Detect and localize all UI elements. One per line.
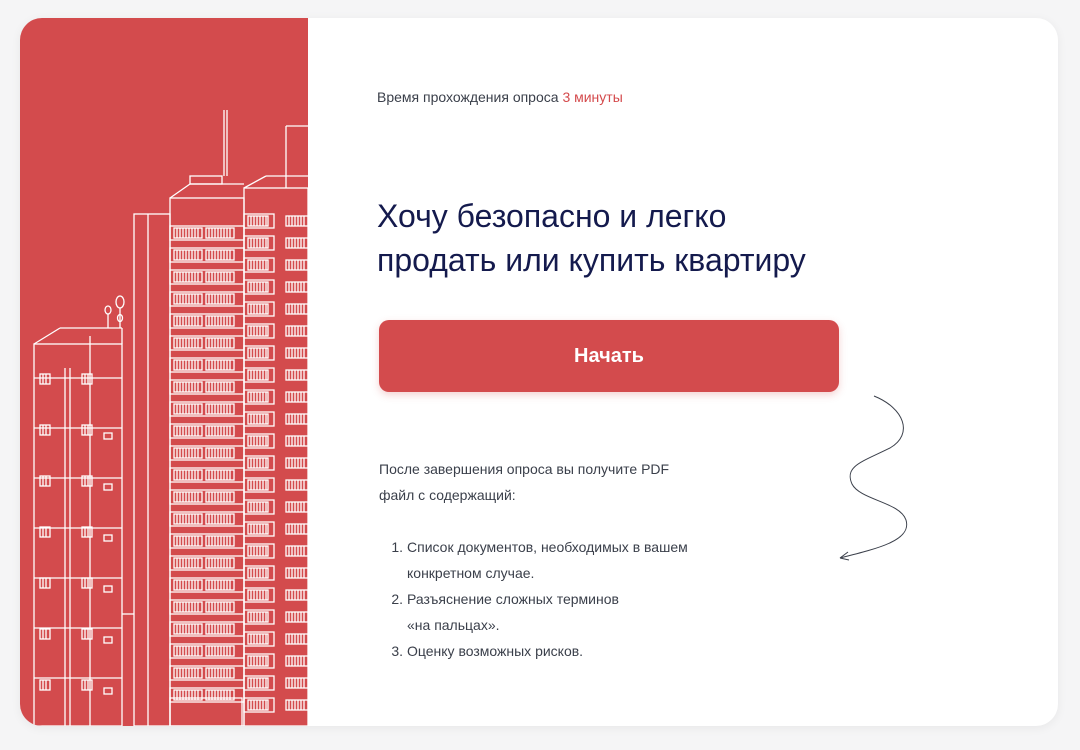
- list-item-line-1: Разъяснение сложных терминов: [407, 591, 619, 607]
- illustration-panel: [20, 18, 308, 726]
- list-item-line-1: Оценку возможных рисков.: [407, 643, 584, 659]
- list-item: 3. Оценку возможных рисков.: [379, 638, 759, 664]
- survey-card: Время прохождения опроса 3 минуты Хочу б…: [20, 18, 1058, 726]
- survey-duration: Время прохождения опроса 3 минуты: [377, 89, 623, 105]
- survey-duration-label: Время прохождения опроса: [377, 89, 559, 105]
- list-item: 1. Список документов, необходимых в ваше…: [379, 534, 759, 586]
- list-item-number: 3.: [391, 643, 403, 659]
- result-info-line-1: После завершения опроса вы получите PDF: [379, 461, 670, 477]
- list-item-text: Оценку возможных рисков.: [407, 638, 759, 664]
- list-item-number: 1.: [391, 539, 403, 555]
- list-item-line-2: конкретном случае.: [407, 565, 535, 581]
- survey-duration-value: 3 минуты: [562, 89, 623, 105]
- result-contents-list: 1. Список документов, необходимых в ваше…: [379, 534, 759, 664]
- result-info: После завершения опроса вы получите PDF …: [379, 456, 739, 508]
- headline-line-1: Хочу безопасно и легко: [377, 198, 727, 234]
- apartment-building-illustration: [33, 110, 308, 726]
- list-item-line-1: Список документов, необходимых в вашем: [407, 539, 688, 555]
- page-headline: Хочу безопасно и легко продать или купит…: [377, 194, 897, 282]
- list-item-number: 2.: [391, 591, 403, 607]
- result-info-line-2: файл с содержащий:: [379, 487, 516, 503]
- list-item-line-2: «на пальцах».: [407, 617, 500, 633]
- squiggle-arrow-icon: [839, 395, 908, 561]
- list-item-text: Список документов, необходимых в вашем к…: [407, 534, 759, 586]
- list-item: 2. Разъяснение сложных терминов «на паль…: [379, 586, 759, 638]
- list-item-text: Разъяснение сложных терминов «на пальцах…: [407, 586, 759, 638]
- start-button[interactable]: Начать: [379, 320, 839, 392]
- headline-line-2: продать или купить квартиру: [377, 242, 806, 278]
